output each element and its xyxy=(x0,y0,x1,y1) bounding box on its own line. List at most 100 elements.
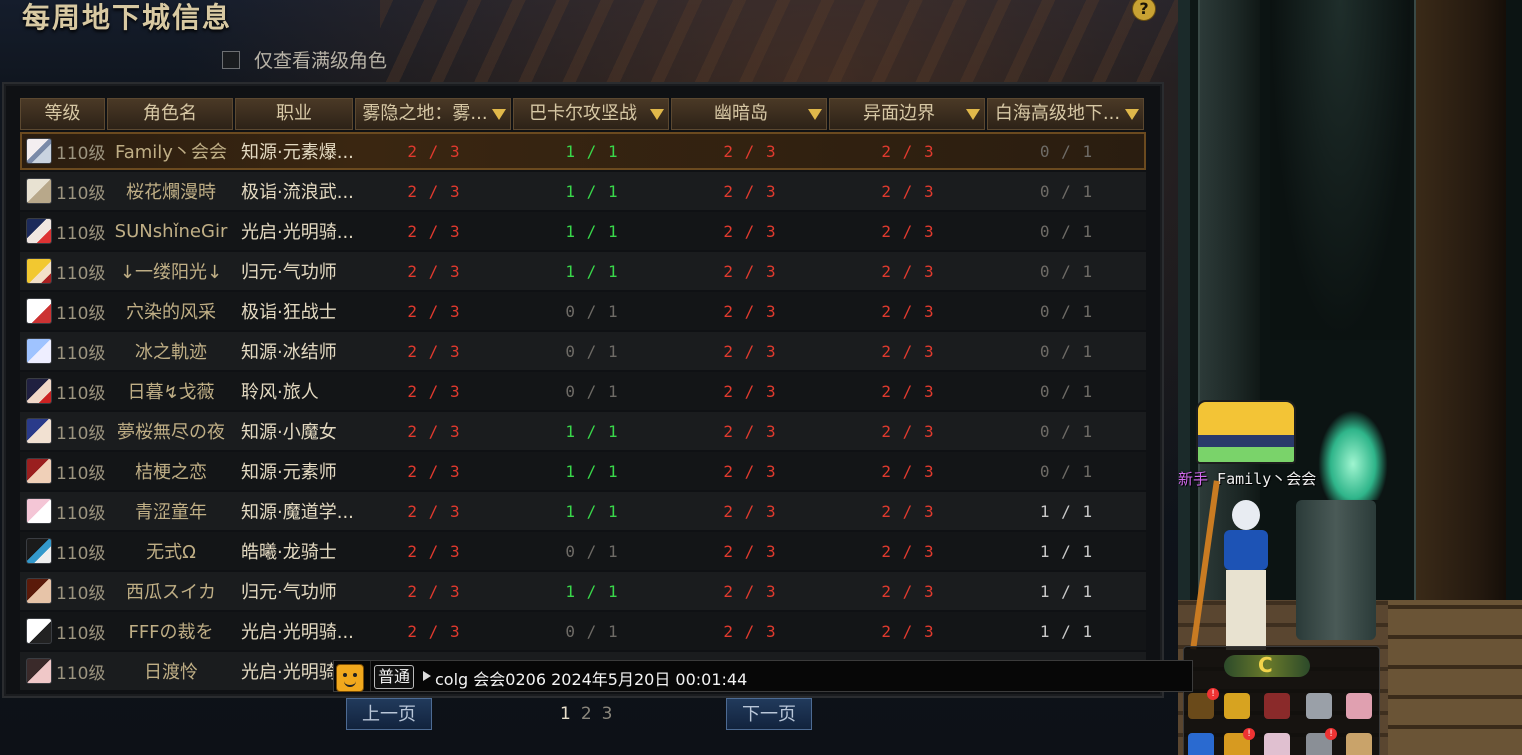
level-text: 110级 xyxy=(56,183,106,204)
dungeon-progress-cell: 2 / 3 xyxy=(407,621,461,641)
dropdown-arrow-icon[interactable] xyxy=(808,109,822,120)
dungeon-progress-cell: 1 / 1 xyxy=(565,501,619,521)
header-dungeon-1[interactable]: 雾隐之地：雾... xyxy=(355,98,511,130)
alert-badge-icon: ! xyxy=(1325,728,1337,740)
table-row[interactable]: 110级 夢桜無尽の夜 知源·小魔女 2 / 3 1 / 1 2 / 3 2 / 3 0 / … xyxy=(20,412,1146,450)
page-2-link[interactable]: 2 xyxy=(581,704,592,724)
dungeon-progress-cell: 2 / 3 xyxy=(407,421,461,441)
avatar-icon[interactable] xyxy=(1264,733,1290,755)
chat-input[interactable]: 普通 colg 会会0206 2024年5月20日 00:01:44 xyxy=(370,661,1193,691)
emoji-icon[interactable] xyxy=(336,664,364,692)
level-cell: 110级 xyxy=(20,578,107,604)
header-job[interactable]: 职业 xyxy=(235,98,353,130)
character-nameplate: 新手 Family丶会会 xyxy=(1178,468,1316,489)
chat-channel-selector[interactable]: 普通 xyxy=(374,665,415,689)
table-row[interactable]: 110级 SUNshǐneGir 光启·光明骑... 2 / 3 1 / 1 2 / 3 2… xyxy=(20,212,1146,250)
level-text: 110级 xyxy=(56,143,106,164)
dungeon-icon[interactable]: ! xyxy=(1188,688,1219,719)
header-dungeon-5[interactable]: 白海高级地下... xyxy=(987,98,1144,130)
dungeon-progress-cell: 2 / 3 xyxy=(723,181,777,201)
max-level-only-label[interactable]: 仅查看满级角色 xyxy=(254,46,387,73)
header-name[interactable]: 角色名 xyxy=(107,98,233,130)
table-row[interactable]: 110级 ↓一缕阳光↓ 归元·气功师 2 / 3 1 / 1 2 / 3 2 / 3 0 / … xyxy=(20,252,1146,290)
dropdown-arrow-icon[interactable] xyxy=(1125,109,1139,120)
dungeon-progress-cell: 1 / 1 xyxy=(565,181,619,201)
character-legs xyxy=(1226,570,1266,650)
level-text: 110级 xyxy=(56,303,106,324)
table-header: 等级 角色名 职业 雾隐之地：雾... 巴卡尔攻坚战 幽暗岛 异面边界 白海高级… xyxy=(20,98,1146,130)
quick-menu-header[interactable]: C xyxy=(1224,653,1310,677)
job-cell: 归元·气功师 xyxy=(241,262,337,283)
channel-arrow-icon[interactable] xyxy=(423,671,431,681)
dungeon-progress-cell: 0 / 1 xyxy=(1039,261,1094,281)
page-3-link[interactable]: 3 xyxy=(602,704,613,724)
header-level[interactable]: 等级 xyxy=(20,98,105,130)
globe-icon[interactable] xyxy=(1188,733,1214,755)
dungeon-progress-cell: 2 / 3 xyxy=(881,301,935,321)
header-dungeon-2[interactable]: 巴卡尔攻坚战 xyxy=(513,98,669,130)
dungeon-progress-cell: 1 / 1 xyxy=(565,461,619,481)
table-row[interactable]: 110级 无式Ω 皓曦·龙骑士 2 / 3 0 / 1 2 / 3 2 / 3 1 / 1 xyxy=(20,532,1146,570)
character-avatar-icon xyxy=(26,338,52,364)
level-cell: 110级 xyxy=(20,258,107,284)
level-text: 110级 xyxy=(56,223,106,244)
level-cell: 110级 xyxy=(20,138,107,164)
dungeon-progress-cell: 2 / 3 xyxy=(881,621,935,641)
player-character[interactable] xyxy=(1190,480,1274,670)
help-icon[interactable]: ? xyxy=(1132,0,1156,21)
table-row[interactable]: 110级 日暮↯戈薇 聆风·旅人 2 / 3 0 / 1 2 / 3 2 / 3 0 / 1 xyxy=(20,372,1146,410)
level-cell: 110级 xyxy=(20,298,107,324)
table-row[interactable]: 110级 西瓜スイカ 归元·气功师 2 / 3 1 / 1 2 / 3 2 / 3 1 / 1 xyxy=(20,572,1146,610)
level-text: 110级 xyxy=(56,423,106,444)
dungeon-progress-cell: 2 / 3 xyxy=(723,221,777,241)
character-face-icon[interactable] xyxy=(1346,693,1372,719)
dropdown-arrow-icon[interactable] xyxy=(966,109,980,120)
book-icon[interactable] xyxy=(1264,693,1290,719)
dungeon-progress-cell: 2 / 3 xyxy=(407,221,461,241)
dropdown-arrow-icon[interactable] xyxy=(492,109,506,120)
dungeon-progress-cell: 2 / 3 xyxy=(407,461,461,481)
scroll-icon[interactable] xyxy=(1346,733,1372,755)
dungeon-progress-cell: 2 / 3 xyxy=(723,421,777,441)
dungeon-progress-cell: 2 / 3 xyxy=(407,341,461,361)
camera-icon[interactable] xyxy=(1306,693,1332,719)
character-name-cell: 青涩童年 xyxy=(135,502,207,523)
character-avatar-icon xyxy=(26,458,52,484)
character-name-cell: 夢桜無尽の夜 xyxy=(117,422,225,443)
character-avatar-icon xyxy=(26,578,52,604)
level-cell: 110级 xyxy=(20,618,107,644)
dungeon-progress-cell: 0 / 1 xyxy=(1039,221,1094,241)
max-level-only-checkbox[interactable] xyxy=(222,50,240,69)
job-cell: 皓曦·龙骑士 xyxy=(241,542,337,563)
dropdown-arrow-icon[interactable] xyxy=(650,109,664,120)
table-row[interactable]: 110级 穴染的风采 极诣·狂战士 2 / 3 0 / 1 2 / 3 2 / 3 0 / 1 xyxy=(20,292,1146,330)
table-row[interactable]: 110级 桜花爛漫時 极诣·流浪武... 2 / 3 1 / 1 2 / 3 2 / 3 0 … xyxy=(20,172,1146,210)
level-cell: 110级 xyxy=(20,498,107,524)
filter-row[interactable]: 仅查看满级角色 xyxy=(222,46,387,73)
dungeon-progress-cell: 0 / 1 xyxy=(565,621,619,641)
dungeon-progress-cell: 1 / 1 xyxy=(565,581,619,601)
d-point-icon[interactable]: ! xyxy=(1224,728,1255,755)
table-row[interactable]: 110级 桔梗之恋 知源·元素师 2 / 3 1 / 1 2 / 3 2 / 3 0 / 1 xyxy=(20,452,1146,490)
crown-icon[interactable] xyxy=(1224,693,1250,719)
next-page-button[interactable]: 下一页 xyxy=(726,698,812,730)
page-1-link[interactable]: 1 xyxy=(560,704,571,724)
header-dungeon-4[interactable]: 异面边界 xyxy=(829,98,985,130)
stairs xyxy=(1388,600,1522,755)
table-row[interactable]: 110级 青涩童年 知源·魔道学... 2 / 3 1 / 1 2 / 3 2 / 3 1 /… xyxy=(20,492,1146,530)
chat-input-text[interactable]: colg 会会0206 2024年5月20日 00:01:44 xyxy=(435,666,747,690)
table-row[interactable]: 110级 FFFの裁を 光启·光明骑... 2 / 3 0 / 1 2 / 3 2 / 3 1… xyxy=(20,612,1146,650)
job-cell: 光启·光明骑... xyxy=(241,222,354,243)
dungeon-progress-cell: 2 / 3 xyxy=(723,621,777,641)
table-row[interactable]: 110级 冰之軌迹 知源·冰结师 2 / 3 0 / 1 2 / 3 2 / 3 0 / 1 xyxy=(20,332,1146,370)
dungeon-progress-cell: 0 / 1 xyxy=(1039,381,1094,401)
chat-bar[interactable]: 普通 colg 会会0206 2024年5月20日 00:01:44 xyxy=(333,660,1193,692)
dungeon-progress-cell: 2 / 3 xyxy=(881,181,935,201)
header-dungeon-3[interactable]: 幽暗岛 xyxy=(671,98,827,130)
table-row[interactable]: 110级 Family丶会会 知源·元素爆... 2 / 3 1 / 1 2 / 3 2 /… xyxy=(20,132,1146,170)
dungeon-progress-cell: 2 / 3 xyxy=(723,581,777,601)
dungeon-progress-cell: 2 / 3 xyxy=(881,261,935,281)
settings-icon[interactable]: ! xyxy=(1306,728,1337,755)
prev-page-button[interactable]: 上一页 xyxy=(346,698,432,730)
character-avatar-icon xyxy=(26,498,52,524)
